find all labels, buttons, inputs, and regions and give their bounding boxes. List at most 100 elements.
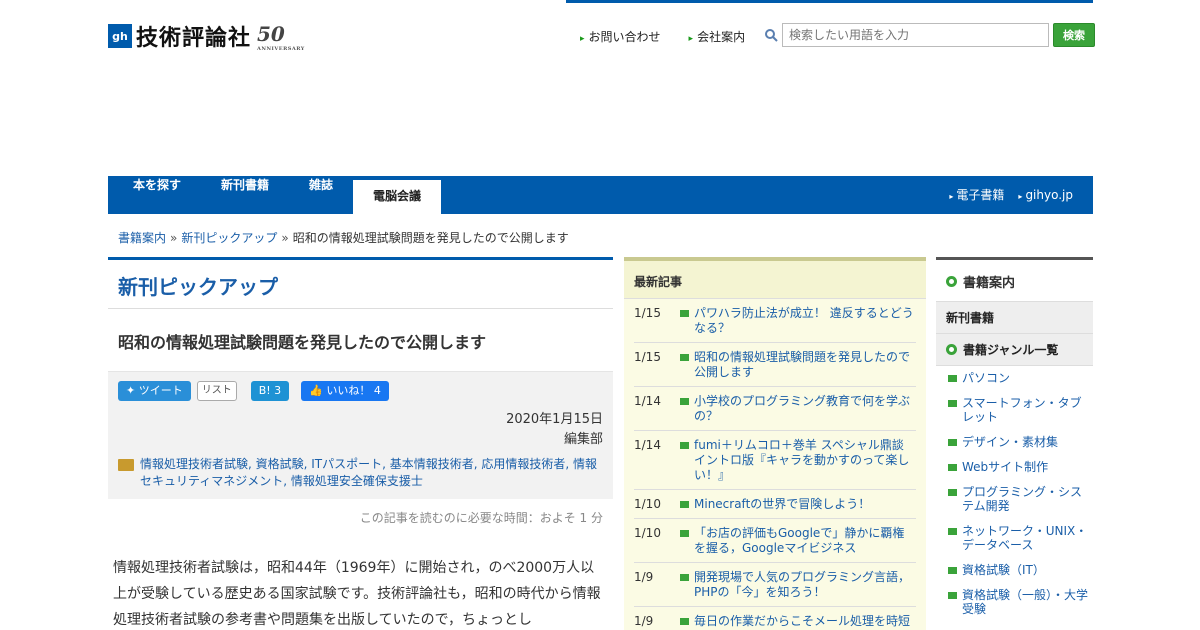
top-accent-bar [566, 0, 1093, 3]
thumbs-up-icon: 👍 [309, 384, 327, 397]
arrow-box-icon [948, 592, 957, 599]
arrow-box-icon [680, 354, 689, 361]
header-links: ▸ お問い合わせ ▸ 会社案内 [580, 28, 745, 45]
nav-gihyo[interactable]: ▸ gihyo.jp [1018, 176, 1073, 214]
sidebar-item[interactable]: スマートフォン・タブレット [936, 391, 1093, 430]
sidebar-new-books[interactable]: 新刊書籍 [936, 302, 1093, 334]
sidebar-item[interactable]: デザイン・素材集 [936, 430, 1093, 455]
breadcrumb-separator: » [170, 231, 178, 245]
article-author: 編集部 [563, 432, 603, 447]
breadcrumb-pickup[interactable]: 新刊ピックアップ [181, 231, 277, 245]
latest-articles: 最新記事 1/15 パワハラ防止法が成立！ 違反するとどうなる？ 1/15 昭和の情… [624, 257, 926, 630]
tag-icon [118, 459, 134, 471]
section-title: 新刊ピックアップ [108, 260, 613, 309]
hatena-bookmark-button[interactable]: B! 3 [250, 381, 290, 401]
latest-date: 1/14 [634, 394, 661, 408]
list-button[interactable]: リスト [196, 381, 237, 401]
list-item[interactable]: 1/9 開発現場で人気のプログラミング言語，PHPの「今」を知ろう！ [634, 563, 916, 607]
arrow-box-icon [948, 489, 957, 496]
search-icon [765, 29, 778, 42]
logo-text: 技術評論社 [136, 26, 252, 51]
logo-mark: gh [108, 24, 132, 48]
latest-title: 昭和の情報処理試験問題を発見したので公開します [694, 350, 911, 379]
book-sidebar: 書籍案内 新刊書籍 書籍ジャンル一覧 パソコン スマートフォン・タブレット デザ… [936, 257, 1093, 622]
circle-arrow-icon [946, 344, 957, 355]
arrow-box-icon [948, 464, 957, 471]
latest-title: 毎日の作業だからこそメール処理を時短 [694, 614, 911, 628]
list-item[interactable]: 1/15 昭和の情報処理試験問題を発見したので公開します [634, 343, 916, 387]
arrow-right-icon: ▸ [688, 34, 694, 44]
list-item[interactable]: 1/15 パワハラ防止法が成立！ 違反するとどうなる？ [634, 299, 916, 343]
list-item[interactable]: 1/14 fumi＋リムコロ＋巻羊 スペシャル鼎談 イントロ版『キャラを動かすのっ… [634, 431, 916, 490]
latest-date: 1/14 [634, 438, 661, 452]
article-title: 昭和の情報処理試験問題を発見したので公開します [108, 309, 613, 372]
arrow-right-icon: ▸ [949, 192, 954, 201]
arrow-box-icon [680, 398, 689, 405]
latest-title: 小学校のプログラミング教育で何を学ぶの？ [694, 394, 911, 423]
anniversary-badge: 50 ANNIVERSARY [257, 22, 305, 52]
sidebar-item[interactable]: プログラミング・システム開発 [936, 480, 1093, 519]
latest-date: 1/15 [634, 306, 661, 320]
list-item[interactable]: 1/14 小学校のプログラミング教育で何を学ぶの？ [634, 387, 916, 431]
like-button[interactable]: 👍 いいね！ 4 [301, 381, 389, 401]
read-time: この記事を読むのに必要な時間：およそ 1 分 [359, 511, 603, 525]
latest-date: 1/9 [634, 614, 654, 628]
breadcrumb-separator: » [281, 231, 289, 245]
latest-title: パワハラ防止法が成立！ 違反するとどうなる？ [694, 306, 914, 335]
nav-ebooks[interactable]: ▸ 電子書籍 [949, 176, 1004, 214]
tweet-button[interactable]: ✦ ツイート [118, 381, 191, 401]
latest-title: fumi＋リムコロ＋巻羊 スペシャル鼎談 イントロ版『キャラを動かすのって楽しい… [694, 438, 910, 482]
latest-heading: 最新記事 [624, 261, 926, 299]
contact-link[interactable]: ▸ お問い合わせ [580, 28, 661, 45]
sidebar-item[interactable]: パソコン [936, 366, 1093, 391]
list-item[interactable]: 1/10 Minecraftの世界で冒険しよう！ [634, 490, 916, 519]
list-item[interactable]: 1/10 「お店の評価もGoogleで」静かに覇権を握る，Googleマイビジネス [634, 519, 916, 563]
arrow-box-icon [948, 567, 957, 574]
sidebar-heading: 書籍案内 [936, 260, 1093, 302]
breadcrumb: 書籍案内» 新刊ピックアップ» 昭和の情報処理試験問題を発見したので公開します [118, 229, 569, 246]
search-input[interactable] [782, 23, 1049, 47]
company-link[interactable]: ▸ 会社案内 [689, 28, 746, 45]
circle-arrow-icon [946, 276, 957, 287]
arrow-box-icon [680, 618, 689, 625]
nav-dennou-kaigi[interactable]: 電脳会議 [353, 180, 441, 214]
tag-list[interactable]: 情報処理技術者試験, 資格試験, ITパスポート, 基本情報技術者, 応用情報技… [140, 456, 603, 490]
nav-find-books[interactable]: 本を探す [118, 176, 196, 214]
social-buttons: ✦ ツイート リスト B! 3 👍 いいね！ 4 [118, 380, 603, 402]
nav-right: ▸ 電子書籍 ▸ gihyo.jp [949, 176, 1073, 214]
sidebar-item[interactable]: 資格試験（IT） [936, 558, 1093, 583]
twitter-bird-icon: ✦ [126, 384, 139, 397]
article-tags: 情報処理技術者試験, 資格試験, ITパスポート, 基本情報技術者, 応用情報技… [118, 456, 603, 490]
arrow-box-icon [680, 442, 689, 449]
arrow-box-icon [680, 574, 689, 581]
sidebar-genre-list[interactable]: 書籍ジャンル一覧 [936, 334, 1093, 366]
main-nav: 本を探す 新刊書籍 雑誌 電脳会議 ▸ 電子書籍 ▸ gihyo.jp [108, 176, 1093, 214]
latest-date: 1/10 [634, 497, 661, 511]
arrow-box-icon [948, 400, 957, 407]
main-content: 新刊ピックアップ 昭和の情報処理試験問題を発見したので公開します ✦ ツイート … [108, 257, 613, 630]
breadcrumb-books[interactable]: 書籍案内 [118, 231, 166, 245]
site-logo[interactable]: gh 技術評論社 50 ANNIVERSARY [108, 22, 305, 52]
latest-date: 1/15 [634, 350, 661, 364]
nav-new-books[interactable]: 新刊書籍 [206, 176, 284, 214]
arrow-right-icon: ▸ [580, 34, 585, 44]
list-item[interactable]: 1/9 毎日の作業だからこそメール処理を時短 [634, 607, 916, 630]
latest-title: Minecraftの世界で冒険しよう！ [694, 497, 871, 511]
sidebar-item[interactable]: ネットワーク・UNIX・データベース [936, 519, 1093, 558]
arrow-box-icon [948, 528, 957, 535]
arrow-box-icon [948, 439, 957, 446]
arrow-right-icon: ▸ [1018, 192, 1023, 201]
latest-title: 開発現場で人気のプログラミング言語，PHPの「今」を知ろう！ [694, 570, 911, 599]
search-bar: 検索 [764, 23, 1095, 47]
sidebar-item[interactable]: 資格試験（一般）・大学受験 [936, 583, 1093, 622]
latest-date: 1/10 [634, 526, 661, 540]
article-meta: ✦ ツイート リスト B! 3 👍 いいね！ 4 2020年1月15日 編集部 … [108, 372, 613, 499]
search-button[interactable]: 検索 [1053, 23, 1095, 47]
arrow-box-icon [680, 501, 689, 508]
nav-magazines[interactable]: 雑誌 [294, 176, 348, 214]
breadcrumb-current: 昭和の情報処理試験問題を発見したので公開します [292, 231, 569, 245]
latest-title: 「お店の評価もGoogleで」静かに覇権を握る，Googleマイビジネス [694, 526, 905, 555]
arrow-box-icon [948, 375, 957, 382]
sidebar-item[interactable]: Webサイト制作 [936, 455, 1093, 480]
arrow-box-icon [680, 310, 689, 317]
